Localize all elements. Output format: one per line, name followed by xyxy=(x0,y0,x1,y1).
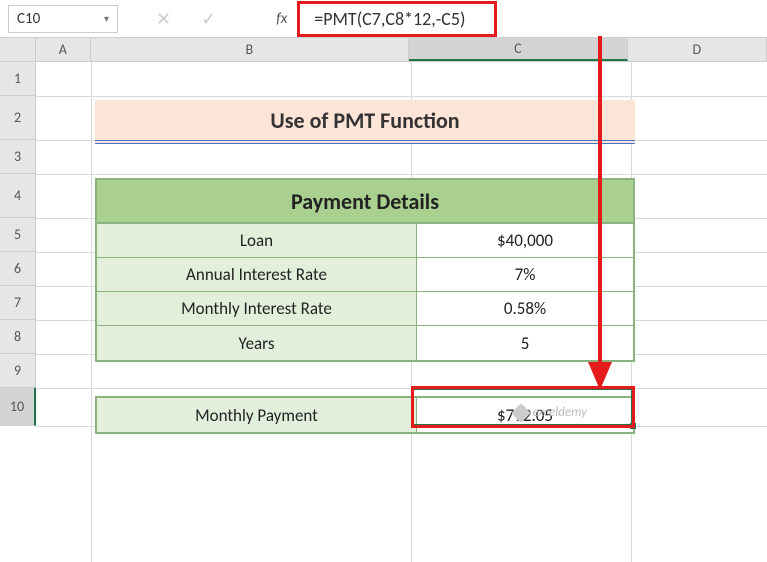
row-header-4[interactable]: 4 xyxy=(0,174,36,218)
row-header-9[interactable]: 9 xyxy=(0,354,36,388)
worksheet-content: Use of PMT Function Payment Details Loan… xyxy=(95,100,635,434)
row-header-8[interactable]: 8 xyxy=(0,320,36,354)
result-label[interactable]: Monthly Payment xyxy=(97,398,417,432)
col-header-C[interactable]: C xyxy=(409,38,628,61)
watermark-text: exceldemy xyxy=(532,405,587,420)
row-headers: 1 2 3 4 5 6 7 8 9 10 xyxy=(0,62,36,426)
row-header-3[interactable]: 3 xyxy=(0,140,36,174)
cell-label[interactable]: Monthly Interest Rate xyxy=(97,292,417,325)
cell-label[interactable]: Loan xyxy=(97,224,417,257)
fx-icon[interactable]: fx xyxy=(276,10,287,28)
col-header-B[interactable]: B xyxy=(91,38,409,61)
chevron-down-icon[interactable]: ▾ xyxy=(104,12,109,25)
row-header-10[interactable]: 10 xyxy=(0,388,36,426)
row-header-7[interactable]: 7 xyxy=(0,286,36,320)
formula-input[interactable]: =PMT(C7,C8*12,-C5) xyxy=(297,1,497,37)
payment-details-table: Payment Details Loan $40,000 Annual Inte… xyxy=(95,178,635,362)
cell-label[interactable]: Years xyxy=(97,326,417,360)
col-header-D[interactable]: D xyxy=(628,38,767,61)
formula-bar-row: C10 ▾ ✕ ✓ fx =PMT(C7,C8*12,-C5) xyxy=(0,0,767,38)
row-header-1[interactable]: 1 xyxy=(0,62,36,96)
formula-bar-icons: ✕ ✓ fx xyxy=(156,8,287,30)
table-row: Loan $40,000 xyxy=(97,224,633,258)
table-row: Annual Interest Rate 7% xyxy=(97,258,633,292)
row-header-6[interactable]: 6 xyxy=(0,252,36,286)
name-box-value: C10 xyxy=(17,10,40,28)
row-header-2[interactable]: 2 xyxy=(0,96,36,140)
name-box[interactable]: C10 ▾ xyxy=(8,5,118,33)
cancel-icon[interactable]: ✕ xyxy=(156,8,171,30)
watermark-logo-icon xyxy=(512,403,532,423)
table-header: Payment Details xyxy=(97,180,633,224)
cell-value[interactable]: 0.58% xyxy=(417,292,633,325)
column-headers: A B C D xyxy=(36,38,767,62)
accept-icon[interactable]: ✓ xyxy=(201,8,216,30)
cell-value[interactable]: 5 xyxy=(417,326,633,360)
cell-label[interactable]: Annual Interest Rate xyxy=(97,258,417,291)
watermark: exceldemy xyxy=(514,405,587,420)
col-header-A[interactable]: A xyxy=(36,38,91,61)
table-row: Monthly Interest Rate 0.58% xyxy=(97,292,633,326)
sheet-title: Use of PMT Function xyxy=(95,100,635,144)
cell-value[interactable]: 7% xyxy=(417,258,633,291)
table-row: Years 5 xyxy=(97,326,633,360)
fill-handle[interactable] xyxy=(630,423,636,429)
row-header-5[interactable]: 5 xyxy=(0,218,36,252)
cell-value[interactable]: $40,000 xyxy=(417,224,633,257)
select-all-corner[interactable] xyxy=(0,38,36,62)
